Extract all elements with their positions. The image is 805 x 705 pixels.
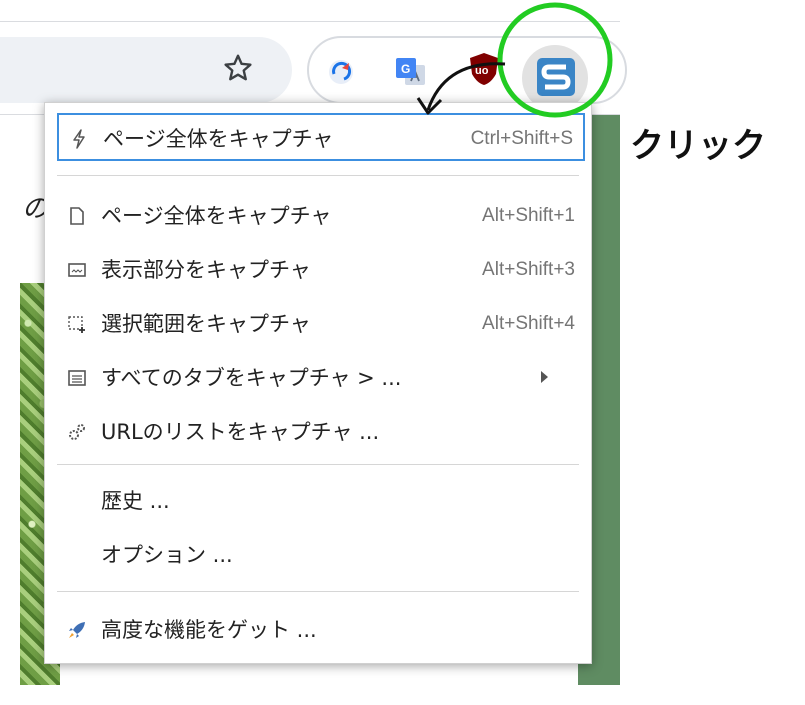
highlight-circle: [497, 2, 613, 118]
click-annotation-label: クリック: [630, 126, 766, 166]
annotation-overlay: [416, 2, 613, 118]
